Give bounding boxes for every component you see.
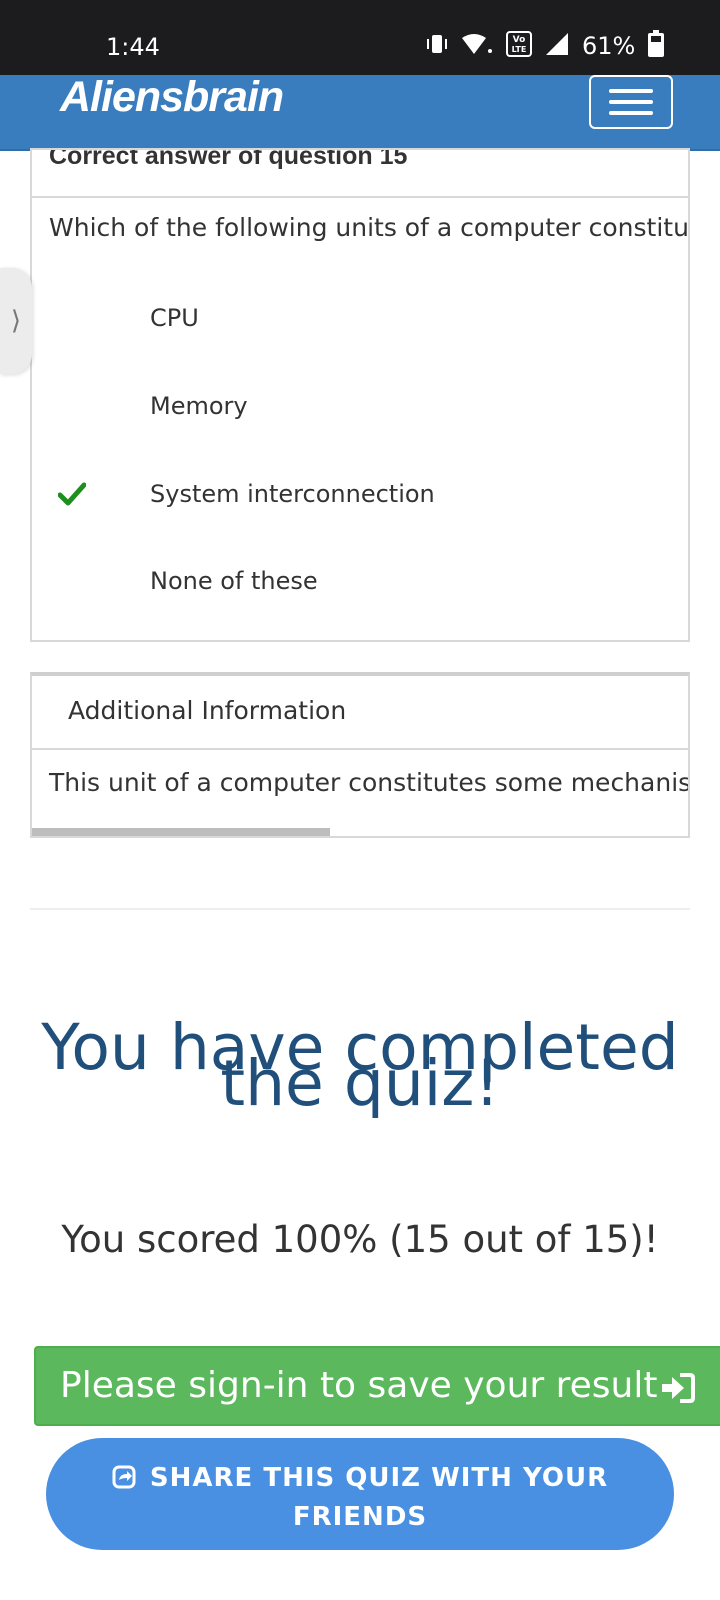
hamburger-menu-icon	[609, 89, 653, 93]
option-label: Memory	[150, 392, 248, 420]
option-item-correct: System interconnection	[32, 466, 688, 526]
wifi-icon	[460, 32, 494, 60]
battery-icon	[647, 30, 665, 62]
battery-percent: 61%	[582, 32, 636, 60]
menu-button[interactable]	[589, 75, 673, 129]
share-quiz-button[interactable]: SHARE THIS QUIZ WITH YOUR FRIENDS	[46, 1438, 674, 1550]
question-header-title: Correct answer of question 15	[49, 148, 408, 170]
app-bar: Aliensbrain	[0, 73, 720, 151]
share-label-line1: SHARE THIS QUIZ WITH YOUR	[149, 1463, 609, 1493]
sign-in-icon	[660, 1372, 696, 1413]
volte-icon: Vo LTE	[506, 31, 532, 61]
status-icons: Vo LTE 61%	[426, 30, 665, 62]
additional-info-text: This unit of a computer constitutes some…	[49, 768, 690, 797]
svg-text:LTE: LTE	[512, 45, 527, 54]
score-text: You scored 100% (15 out of 15)!	[61, 1218, 659, 1261]
svg-text:Vo: Vo	[513, 35, 526, 45]
divider	[30, 908, 690, 910]
horizontal-scrollbar[interactable]	[32, 828, 688, 836]
question-card: Correct answer of question 15 Which of t…	[30, 148, 690, 642]
brand-logo[interactable]: Aliensbrain	[60, 73, 284, 122]
option-label: System interconnection	[150, 480, 435, 508]
sign-in-label: Please sign-in to save your result	[60, 1365, 658, 1406]
status-bar: 1:44 Vo LTE 61%	[0, 0, 720, 75]
option-item: CPU	[32, 290, 688, 350]
option-item: None of these	[32, 553, 688, 613]
sign-in-button[interactable]: Please sign-in to save your result	[34, 1346, 720, 1426]
vibrate-icon	[426, 32, 448, 60]
signal-icon	[544, 31, 570, 61]
share-icon	[112, 1463, 136, 1499]
chevron-right-icon: ⟩	[10, 306, 22, 336]
additional-info-header: Additional Information	[32, 676, 688, 750]
status-time: 1:44	[106, 33, 160, 61]
side-drawer-tab[interactable]: ⟩	[0, 268, 32, 374]
option-label: CPU	[150, 304, 199, 332]
option-item: Memory	[32, 378, 688, 438]
check-icon	[57, 482, 87, 510]
quiz-complete-title: You have completed the quiz!	[0, 1016, 720, 1115]
additional-info-title: Additional Information	[68, 696, 347, 725]
share-label-line2: FRIENDS	[292, 1502, 428, 1532]
question-header: Correct answer of question 15	[32, 150, 688, 198]
scrollbar-thumb[interactable]	[32, 828, 330, 836]
question-text: Which of the following units of a comput…	[49, 213, 690, 242]
additional-info-card: Additional Information This unit of a co…	[30, 672, 690, 838]
option-label: None of these	[150, 567, 318, 595]
